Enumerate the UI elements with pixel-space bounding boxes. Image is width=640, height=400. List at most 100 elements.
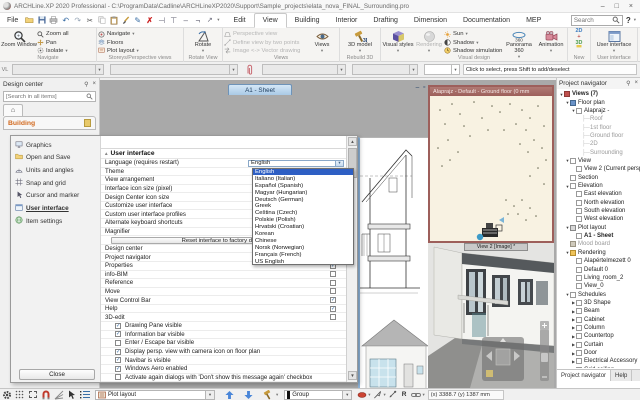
scroll-down-icon[interactable]: ▼ (348, 371, 357, 380)
cut-icon[interactable]: ✂ (85, 15, 94, 25)
tree-item-grid-ceiling[interactable]: ▶Grid ceiling (557, 366, 640, 368)
tree-item-beam[interactable]: ▶Beam (557, 307, 640, 315)
tree-item-plot-layout[interactable]: ▼Plot layout (557, 224, 640, 232)
property-combo-5[interactable]: ▾ (424, 64, 460, 75)
tree-item-alaprajz-[interactable]: ▼Alaprajz - (557, 107, 640, 115)
tree-item-elevation[interactable]: ▼Elevation (557, 182, 640, 190)
red-ellipse-icon[interactable] (355, 389, 368, 400)
chevron-down-icon[interactable]: ▾ (342, 391, 351, 399)
tree-item-1st-floor[interactable]: ├─1st floor (557, 123, 640, 131)
floorplan-window[interactable]: Alaprajz - Default - Ground floor (0 mm (428, 85, 554, 243)
ribbon-item-shadow[interactable]: Shadow▾ (444, 38, 502, 46)
magnet-snap-icon[interactable] (39, 389, 52, 400)
section-view-window[interactable] (358, 137, 428, 388)
tree-item-rendering[interactable]: ▼Rendering (557, 249, 640, 257)
pencil-icon[interactable]: ✎ (133, 15, 142, 25)
storey-up-icon[interactable] (223, 389, 236, 400)
chevron-down-icon[interactable]: ▾ (229, 65, 237, 74)
open-folder-icon[interactable] (25, 15, 34, 25)
tree-item-ground-floor[interactable]: ├─Ground floor (557, 132, 640, 140)
search-input[interactable] (572, 17, 612, 24)
reference-checkbox[interactable] (330, 280, 336, 286)
paste-icon[interactable] (109, 15, 118, 25)
ribbon-item-plot-layout[interactable]: Plot layout▾ (98, 47, 182, 55)
ribbon-button-rendering[interactable]: Rendering▾ (414, 29, 444, 54)
dialog-category-item-settings[interactable]: Item settings (13, 215, 99, 227)
view2-window[interactable] (428, 243, 554, 388)
dialog-category-user-interface[interactable]: User interface (13, 203, 99, 215)
language-option[interactable]: Chinese (253, 238, 353, 245)
ribbon-button-animation[interactable]: Animation▾ (536, 29, 566, 54)
navigator-tab-help[interactable]: Help (611, 370, 632, 381)
tree-item-alap-rtelmezett-0[interactable]: Alapértelmezett 0 (557, 257, 640, 265)
tree-item-column[interactable]: ▶Column (557, 324, 640, 332)
tab-building[interactable]: Building (287, 13, 328, 28)
language-option[interactable]: Deutsch (German) (253, 196, 353, 203)
search-box[interactable] (571, 15, 623, 26)
minimize-button[interactable]: – (601, 3, 605, 10)
ribbon-button-3d-model[interactable]: 3D3D model▾ (341, 29, 379, 54)
ribbon-button-rotate[interactable]: Rotate▾ (185, 29, 221, 54)
paperclip-icon[interactable] (243, 64, 256, 75)
ribbon-button-new-2d3d-icon[interactable]: 2D+3D (569, 29, 589, 43)
ribbon-item-pan[interactable]: Pan (37, 38, 95, 46)
sheet-tab[interactable]: A1 - Sheet (228, 84, 292, 95)
list-options-icon[interactable] (78, 389, 91, 400)
help-button[interactable]: ? (626, 16, 631, 25)
help-dropdown-icon[interactable]: ▾ (634, 17, 636, 23)
settings-gear-icon[interactable] (0, 389, 13, 400)
floorplan-window-title[interactable]: Alaprajz - Default - Ground floor (0 mm (430, 87, 552, 96)
language-select[interactable]: English▾ (248, 160, 344, 167)
rebuild-3d-icon[interactable] (261, 389, 274, 400)
tree-item-curtain[interactable]: ▶Curtain (557, 341, 640, 349)
trim-arrow-icon[interactable]: ↗ (205, 15, 214, 25)
ribbon-item-floors[interactable]: Floors (98, 38, 182, 46)
info-bim-checkbox[interactable] (330, 271, 336, 277)
home-tab[interactable]: ⌂ (3, 104, 23, 116)
ribbon-item-shadow-simulation[interactable]: Shadow simulation (444, 47, 502, 55)
dialog-category-open-and-save[interactable]: Open and Save (13, 152, 99, 164)
ribbon-button-visual-styles[interactable]: Visual styles▾ (382, 29, 414, 54)
tree-item-view-0[interactable]: View_0 (557, 282, 640, 290)
language-option[interactable]: Español (Spanish) (253, 182, 353, 189)
language-option[interactable]: Italiano (Italian) (253, 175, 353, 182)
scroll-up-icon[interactable]: ▲ (348, 137, 357, 146)
chevron-down-icon[interactable]: ▾ (95, 65, 103, 74)
navigator-tab-project-navigator[interactable]: Project navigator (557, 370, 611, 381)
tree-item-west-elevation[interactable]: West elevation (557, 215, 640, 223)
chevron-down-icon[interactable]: ▾ (205, 391, 214, 399)
tab-dimension[interactable]: Dimension (406, 13, 455, 28)
tree-item-2d[interactable]: ├─2D (557, 140, 640, 148)
ribbon-button-zoom-window[interactable]: +Zoom Window (1, 29, 37, 49)
grid-dots-icon[interactable] (13, 389, 26, 400)
cursor-select-icon[interactable] (65, 389, 78, 400)
tab-mep[interactable]: MEP (518, 13, 549, 28)
tab-interior[interactable]: Interior (328, 13, 366, 28)
endpoint-corner-icon[interactable]: ¬ (193, 15, 202, 25)
tree-item-views-7-[interactable]: ▼Views (7) (557, 90, 640, 98)
dialog-close-button[interactable]: Close (19, 369, 95, 380)
group-selector[interactable]: Group ▾ (284, 390, 352, 400)
chevron-down-icon[interactable]: ▾ (276, 392, 278, 398)
chevron-down-icon[interactable]: ▾ (217, 17, 219, 23)
ribbon-item-isolate[interactable]: Isolate▾ (37, 47, 95, 55)
catalog-icon[interactable] (84, 119, 91, 127)
collapse-icon[interactable]: ▴ (105, 151, 108, 157)
language-option[interactable]: Hrvatski (Croatian) (253, 224, 353, 231)
tree-item-countertop[interactable]: ▶Countertop (557, 332, 640, 340)
ribbon-item-sun[interactable]: Sun▾ (444, 30, 502, 38)
maximize-button[interactable]: □ (615, 3, 619, 10)
view-control-bar-checkbox[interactable] (330, 297, 336, 303)
property-combo-2[interactable]: ▾ (110, 64, 238, 75)
ribbon-button-views[interactable]: Views▾ (306, 29, 338, 54)
3d-edit-checkbox[interactable] (330, 314, 336, 320)
dialog-category-units-and-angles[interactable]: Units and angles (13, 164, 99, 176)
language-option[interactable]: Korean (253, 231, 353, 238)
save-icon[interactable] (37, 15, 46, 25)
chevron-down-icon[interactable]: ▾ (409, 65, 417, 74)
tree-item-section[interactable]: Section (557, 174, 640, 182)
tree-item-cabinet[interactable]: ▶Cabinet (557, 315, 640, 323)
property-combo-4[interactable]: ▾ (352, 64, 418, 75)
close-button[interactable]: × (629, 3, 633, 10)
tab-edit[interactable]: Edit (226, 13, 254, 28)
